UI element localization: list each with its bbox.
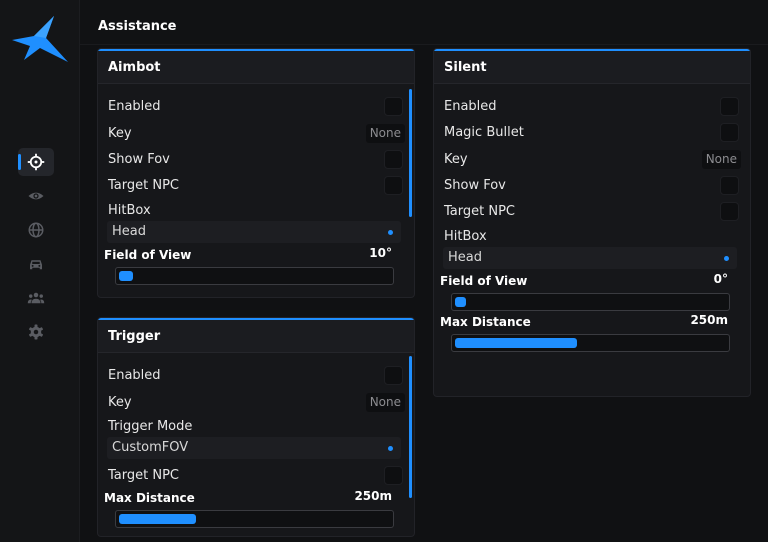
aimbot-scrollbar[interactable] (409, 89, 412, 217)
aimbot-enabled-checkbox[interactable] (384, 97, 403, 116)
aimbot-panel: Aimbot Enabled Key None Show Fov Target … (97, 48, 415, 298)
nav-world[interactable] (18, 216, 54, 244)
aimbot-target-npc-checkbox[interactable] (384, 176, 403, 195)
silent-key-button[interactable]: None (701, 150, 741, 169)
nav-vehicle[interactable] (18, 250, 54, 278)
silent-show-fov-checkbox[interactable] (720, 176, 739, 195)
nav-aim[interactable] (18, 148, 54, 176)
trigger-distance-value: 250m (354, 489, 392, 503)
silent-panel-header: Silent (434, 51, 750, 84)
nav-players[interactable] (18, 284, 54, 312)
trigger-mode-select[interactable]: CustomFOV (107, 437, 401, 459)
trigger-target-npc-checkbox[interactable] (384, 466, 403, 485)
aimbot-hitbox-label: HitBox (108, 203, 151, 218)
eye-icon (28, 192, 44, 200)
trigger-target-npc-label: Target NPC (108, 468, 179, 483)
top-bar (80, 0, 768, 45)
page-title: Assistance (98, 19, 177, 34)
silent-magic-bullet-checkbox[interactable] (720, 123, 739, 142)
silent-fov-slider-fill (455, 297, 466, 307)
silent-magic-bullet-label: Magic Bullet (444, 125, 524, 140)
silent-distance-slider-fill (455, 338, 577, 348)
aimbot-key-button[interactable]: None (365, 124, 405, 143)
aimbot-hitbox-value: Head (112, 224, 146, 239)
dropdown-dot-icon (388, 230, 393, 235)
aimbot-show-fov-checkbox[interactable] (384, 150, 403, 169)
silent-key-label: Key (444, 152, 468, 167)
silent-hitbox-select[interactable]: Head (443, 247, 737, 269)
silent-distance-value: 250m (690, 313, 728, 327)
trigger-scrollbar[interactable] (409, 356, 412, 498)
aimbot-panel-title: Aimbot (108, 60, 161, 75)
nav-settings[interactable] (18, 318, 54, 346)
aimbot-target-npc-label: Target NPC (108, 178, 179, 193)
trigger-mode-label: Trigger Mode (108, 419, 193, 434)
aimbot-panel-header: Aimbot (98, 51, 414, 84)
trigger-enabled-label: Enabled (108, 368, 161, 383)
dropdown-dot-icon (388, 446, 393, 451)
silent-panel: Silent Enabled Magic Bullet Key None Sho… (433, 48, 751, 397)
trigger-key-button[interactable]: None (365, 393, 405, 412)
silent-fov-value: 0° (713, 272, 728, 286)
silent-fov-label: Field of View (440, 274, 528, 288)
aimbot-hitbox-select[interactable]: Head (107, 221, 401, 243)
silent-fov-slider[interactable] (451, 293, 730, 311)
trigger-key-label: Key (108, 395, 132, 410)
car-icon (30, 260, 42, 270)
aimbot-fov-slider-fill (119, 271, 133, 281)
users-icon (27, 292, 45, 304)
silent-hitbox-value: Head (448, 250, 482, 265)
silent-panel-title: Silent (444, 60, 487, 75)
silent-hitbox-label: HitBox (444, 229, 487, 244)
aimbot-key-label: Key (108, 126, 132, 141)
silent-target-npc-label: Target NPC (444, 204, 515, 219)
aimbot-enabled-label: Enabled (108, 99, 161, 114)
gear-icon (29, 324, 43, 340)
trigger-distance-label: Max Distance (104, 491, 195, 505)
silent-enabled-label: Enabled (444, 99, 497, 114)
aimbot-fov-value: 10° (369, 246, 392, 260)
trigger-panel-header: Trigger (98, 320, 414, 353)
trigger-panel: Trigger Enabled Key None Trigger Mode Cu… (97, 317, 415, 537)
sidebar (0, 0, 80, 542)
trigger-enabled-checkbox[interactable] (384, 366, 403, 385)
crosshair-icon (27, 153, 45, 171)
trigger-distance-slider-fill (119, 514, 197, 524)
silent-show-fov-label: Show Fov (444, 178, 506, 193)
aimbot-fov-slider[interactable] (115, 267, 394, 285)
silent-distance-slider[interactable] (451, 334, 730, 352)
aimbot-fov-label: Field of View (104, 248, 192, 262)
silent-enabled-checkbox[interactable] (720, 97, 739, 116)
star-logo-icon (12, 16, 68, 62)
trigger-panel-title: Trigger (108, 329, 161, 344)
trigger-mode-value: CustomFOV (112, 440, 189, 455)
globe-icon (28, 222, 44, 238)
aimbot-show-fov-label: Show Fov (108, 152, 170, 167)
dropdown-dot-icon (724, 256, 729, 261)
trigger-distance-slider[interactable] (115, 510, 394, 528)
nav-visuals[interactable] (18, 182, 54, 210)
silent-distance-label: Max Distance (440, 315, 531, 329)
silent-target-npc-checkbox[interactable] (720, 202, 739, 221)
